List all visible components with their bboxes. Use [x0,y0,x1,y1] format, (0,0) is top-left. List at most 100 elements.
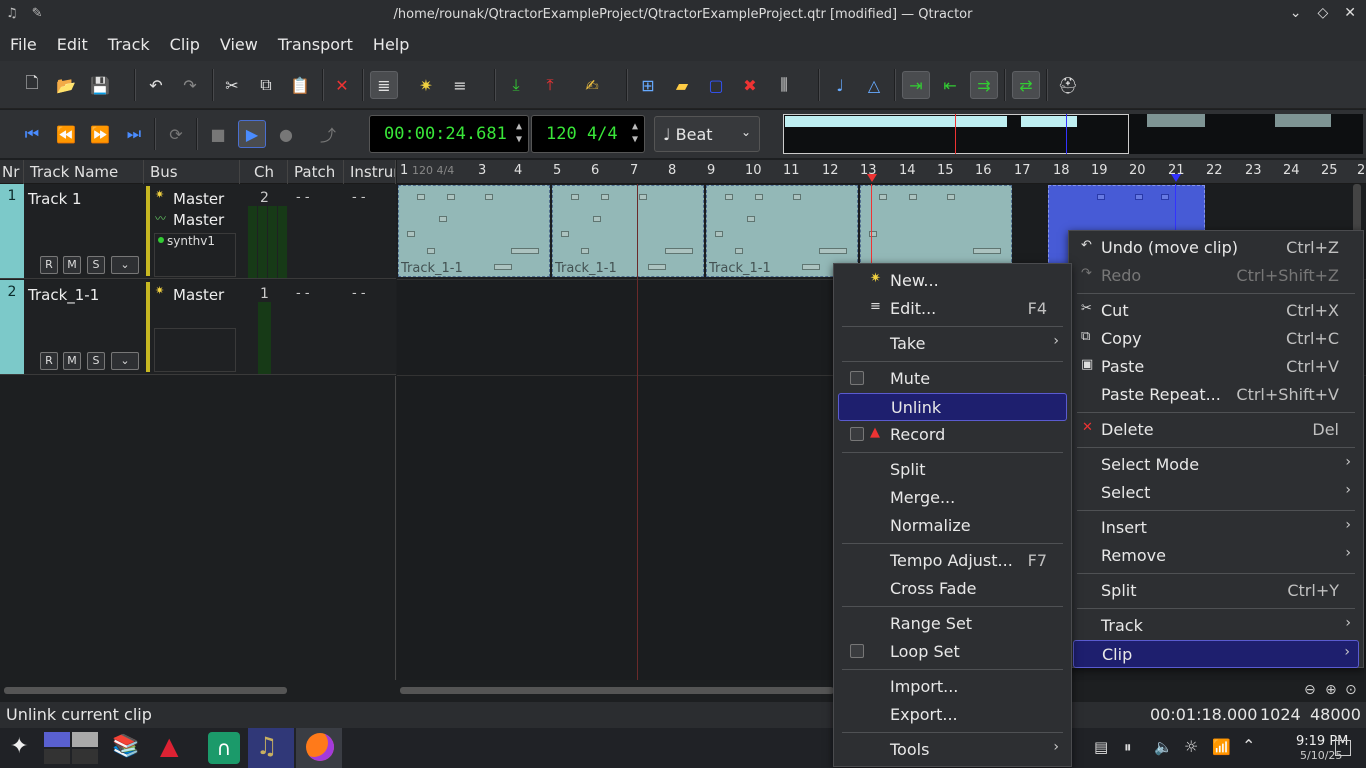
volume-icon[interactable]: 🔈 [1154,738,1173,756]
close-icon[interactable]: ✕ [1344,5,1356,21]
media-pause-icon[interactable]: ⏸ [1124,738,1132,756]
tempo-icon[interactable]: ♩ [826,71,854,99]
track-row[interactable]: 1 Track 1 R M S ⌄ ✷ Master 〰 Master synt… [0,184,396,279]
play-icon[interactable]: ▶ [238,120,266,148]
menu-item-take[interactable]: Take › [838,330,1067,358]
track-menu-button[interactable]: ⌄ [111,256,139,274]
menu-item-mute[interactable]: Mute [838,365,1067,393]
punch-in-icon[interactable]: ⤴ [314,120,342,148]
menu-item-export[interactable]: Export... [838,701,1067,729]
track-properties-icon[interactable]: ✍ [578,71,606,99]
desktop-3[interactable] [44,749,70,764]
clip[interactable]: Track_1-1 [398,185,550,277]
plugin-name[interactable]: synthv1 [167,234,215,248]
menu-item-range-set[interactable]: Range Set [838,610,1067,638]
stop-icon[interactable]: ■ [204,120,232,148]
rewind-icon[interactable]: ⏪ [52,120,80,148]
menu-transport[interactable]: Transport [268,29,363,61]
connections-icon[interactable]: ⊞ [634,71,662,99]
punch-icon[interactable]: ⇄ [1012,71,1040,99]
patch-value[interactable]: - - [296,286,310,301]
mute-button[interactable]: M [63,352,81,370]
new-clip-icon[interactable]: ✷ [412,71,440,99]
loop-icon[interactable]: ⟳ [162,120,190,148]
menu-item-delete[interactable]: ✕ Delete Del [1073,416,1359,444]
track-menu-button[interactable]: ⌄ [111,352,139,370]
mute-button[interactable]: M [63,256,81,274]
menu-item-unlink[interactable]: Unlink [838,393,1067,421]
input-bus[interactable]: Master [173,190,224,208]
library-app-icon[interactable]: 📚 [112,734,139,759]
virtual-desktops[interactable] [44,732,98,764]
tray-expand-icon[interactable]: ⌃ [1242,736,1255,755]
solo-button[interactable]: S [87,352,105,370]
zoom-out-icon[interactable]: ⊖ [1304,682,1316,698]
new-file-icon[interactable]: 🗋 [18,71,46,99]
delete-icon[interactable]: ✕ [328,71,356,99]
redo-icon[interactable]: ↷ [176,71,204,99]
patch-value[interactable]: - - [296,190,310,205]
copy-icon[interactable]: ⧉ [252,71,280,99]
desktop-4[interactable] [72,749,98,764]
column-track-name[interactable]: Track Name [24,160,144,184]
ardour-app-icon[interactable]: ▲ [160,732,178,760]
channel-value[interactable]: 2 [260,190,269,206]
menu-item-redo[interactable]: ↷ Redo Ctrl+Shift+Z [1073,262,1359,290]
record-checkbox[interactable] [850,427,864,441]
track-row[interactable]: 2 Track_1-1 R M S ⌄ ✷ Master 1 - - - - [0,280,396,375]
files-icon[interactable]: ▰ [668,71,696,99]
remove-track-icon[interactable]: ⤒ [536,71,564,99]
edit-marker-icon[interactable] [1171,174,1181,182]
show-desktop-icon[interactable] [1335,740,1351,756]
record-arm-button[interactable]: R [40,352,58,370]
column-instrument[interactable]: Instrument [344,160,396,184]
panic-icon[interactable]: ⛑ [1054,71,1082,99]
menu-view[interactable]: View [210,29,268,61]
wifi-icon[interactable]: 📶 [1212,738,1231,756]
solo-button[interactable]: S [87,256,105,274]
column-channel[interactable]: Ch [240,160,288,184]
clip[interactable]: Track_1-1 [552,185,704,277]
qtractor-app-icon[interactable]: ♫ [256,732,278,760]
menu-clip[interactable]: Clip [160,29,210,61]
column-bus[interactable]: Bus [144,160,240,184]
menu-item-cut[interactable]: ✂ Cut Ctrl+X [1073,297,1359,325]
time-ruler[interactable]: 1 120 4/4 3 4 5 6 7 8 9 10 11 12 13 14 1… [397,160,1366,184]
brightness-icon[interactable]: ☼ [1184,737,1198,756]
menu-item-undo[interactable]: ↶ Undo (move clip) Ctrl+Z [1073,234,1359,262]
menu-item-copy[interactable]: ⧉ Copy Ctrl+C [1073,325,1359,353]
continue-icon[interactable]: ⇉ [970,71,998,99]
auto-backward-icon[interactable]: ⇤ [936,71,964,99]
audio-app-icon[interactable]: ∩ [208,732,240,764]
menu-item-cross-fade[interactable]: Cross Fade [838,575,1067,603]
mute-checkbox[interactable] [850,371,864,385]
plugin-list[interactable]: synthv1 [154,233,236,277]
menu-item-remove[interactable]: Remove › [1073,542,1359,570]
tempo-spinner[interactable]: ▲ ▼ [632,120,638,146]
record-arm-button[interactable]: R [40,256,58,274]
menu-item-select[interactable]: Select › [1073,479,1359,507]
follow-playhead-icon[interactable]: ⇥ [902,71,930,99]
faders-icon[interactable]: ⫼ [770,71,798,99]
time-display[interactable]: 00:00:24.681 ▲ ▼ [369,115,529,153]
menu-item-track[interactable]: Track › [1073,612,1359,640]
menu-item-loop-set[interactable]: Loop Set [838,638,1067,666]
split-icon[interactable]: ✖ [736,71,764,99]
menu-track[interactable]: Track [98,29,160,61]
column-patch[interactable]: Patch [288,160,344,184]
tracks-view-icon[interactable]: ≣ [370,71,398,99]
save-icon[interactable]: 💾 [86,71,114,99]
cut-icon[interactable]: ✂ [218,71,246,99]
plugin-list[interactable] [154,328,236,372]
add-track-icon[interactable]: ⤓ [502,71,530,99]
snap-select[interactable]: ♩ Beat ⌄ [654,116,760,152]
playhead-marker-icon[interactable] [867,174,877,182]
input-bus[interactable]: Master [173,286,224,304]
menu-help[interactable]: Help [363,29,419,61]
fast-forward-icon[interactable]: ⏩ [86,120,114,148]
channel-value[interactable]: 1 [260,286,269,302]
menu-item-split[interactable]: Split Ctrl+Y [1073,577,1359,605]
menu-item-tempo-adjust[interactable]: Tempo Adjust... F7 [838,547,1067,575]
zoom-in-icon[interactable]: ⊕ [1325,682,1337,698]
menu-item-merge[interactable]: Merge... [838,484,1067,512]
